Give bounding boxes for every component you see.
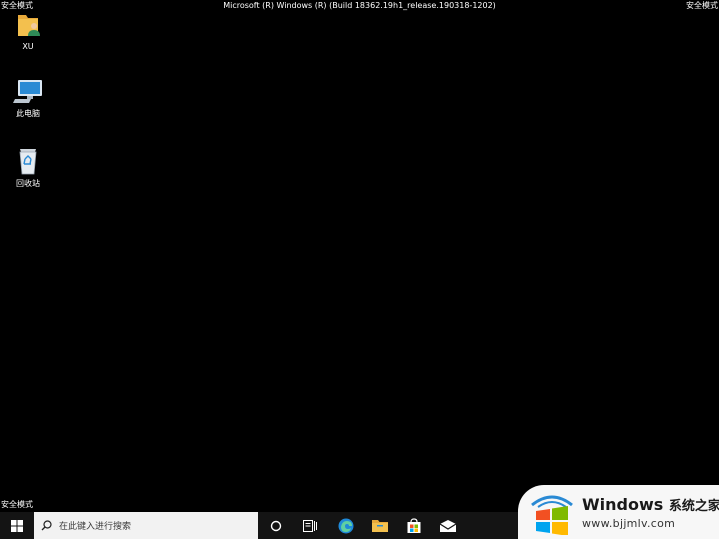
task-view-icon	[303, 519, 317, 532]
start-button[interactable]	[0, 512, 34, 539]
safe-mode-label-bottom-left: 安全模式	[1, 500, 33, 509]
search-icon	[41, 520, 52, 531]
desktop-icon-label: XU	[22, 42, 34, 51]
search-placeholder: 在此键入进行搜索	[59, 522, 132, 532]
mail-icon	[439, 519, 457, 532]
safe-mode-label-top-right: 安全模式	[686, 1, 718, 10]
cortana-button[interactable]	[262, 512, 290, 539]
task-view-button[interactable]	[296, 512, 324, 539]
desktop-icon-label: 回收站	[16, 179, 40, 188]
watermark-brand-suffix: 系统之家	[668, 499, 719, 514]
windows-logo-icon	[11, 519, 23, 532]
watermark-title: Windows 系统之家	[582, 496, 719, 516]
desktop-icon-recycle-bin[interactable]: 回收站	[0, 145, 56, 189]
recycle-bin-icon	[19, 149, 37, 175]
edge-icon	[338, 518, 354, 533]
desktop-icon-user-folder[interactable]: XU	[0, 10, 56, 52]
watermark-brand: Windows	[582, 495, 664, 514]
store-button[interactable]	[400, 512, 428, 539]
desktop-icon-label: 此电脑	[16, 109, 40, 118]
desktop-icon-this-pc[interactable]: 此电脑	[0, 77, 56, 119]
user-folder-icon	[18, 15, 40, 36]
taskbar-search-box[interactable]: 在此键入进行搜索	[34, 512, 258, 539]
file-explorer-icon	[372, 520, 388, 532]
site-watermark: Windows 系统之家 www.bjjmlv.com	[518, 485, 719, 539]
watermark-windows-logo-icon	[531, 495, 573, 535]
file-explorer-button[interactable]	[366, 512, 394, 539]
store-icon	[407, 517, 421, 533]
desktop-screen: 安全模式 Microsoft (R) Windows (R) (Build 18…	[0, 0, 719, 539]
cortana-icon	[270, 520, 282, 531]
this-pc-icon	[13, 80, 42, 103]
mail-button[interactable]	[434, 512, 462, 539]
watermark-url: www.bjjmlv.com	[582, 517, 676, 530]
build-info-text: Microsoft (R) Windows (R) (Build 18362.1…	[223, 1, 496, 10]
edge-button[interactable]	[332, 512, 360, 539]
